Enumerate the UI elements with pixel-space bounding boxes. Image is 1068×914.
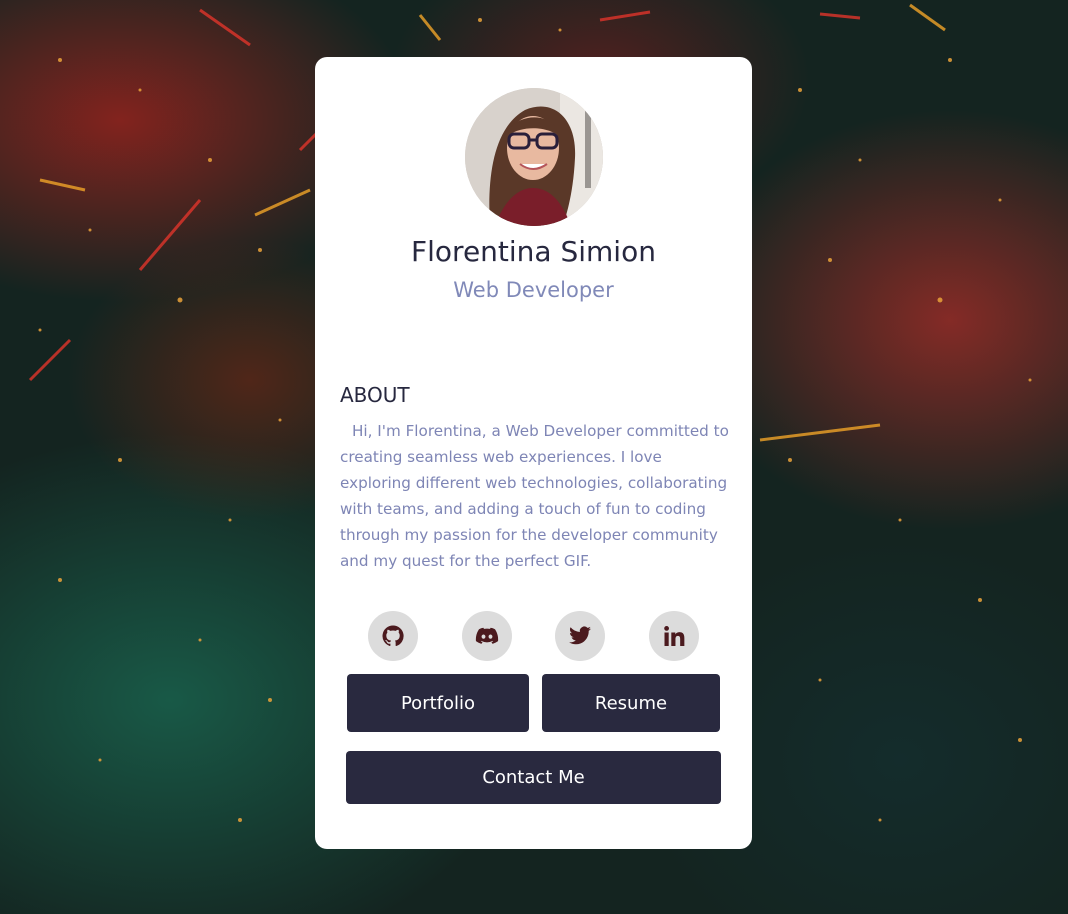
resume-button[interactable]: Resume [542, 674, 720, 732]
avatar [465, 88, 603, 226]
about-heading: ABOUT [340, 383, 410, 407]
discord-icon [475, 627, 499, 644]
linkedin-icon [664, 626, 685, 646]
portfolio-button[interactable]: Portfolio [347, 674, 529, 732]
github-link[interactable] [368, 611, 418, 661]
contact-me-button[interactable]: Contact Me [346, 751, 721, 804]
twitter-icon [569, 626, 591, 645]
linkedin-link[interactable] [649, 611, 699, 661]
discord-link[interactable] [462, 611, 512, 661]
profile-role: Web Developer [453, 278, 614, 302]
avatar-photo [465, 88, 603, 226]
github-icon [382, 625, 404, 647]
twitter-link[interactable] [555, 611, 605, 661]
about-text: Hi, I'm Florentina, a Web Developer comm… [340, 422, 729, 570]
profile-name: Florentina Simion [411, 235, 656, 268]
profile-card: Florentina Simion Web Developer ABOUT Hi… [315, 57, 752, 849]
